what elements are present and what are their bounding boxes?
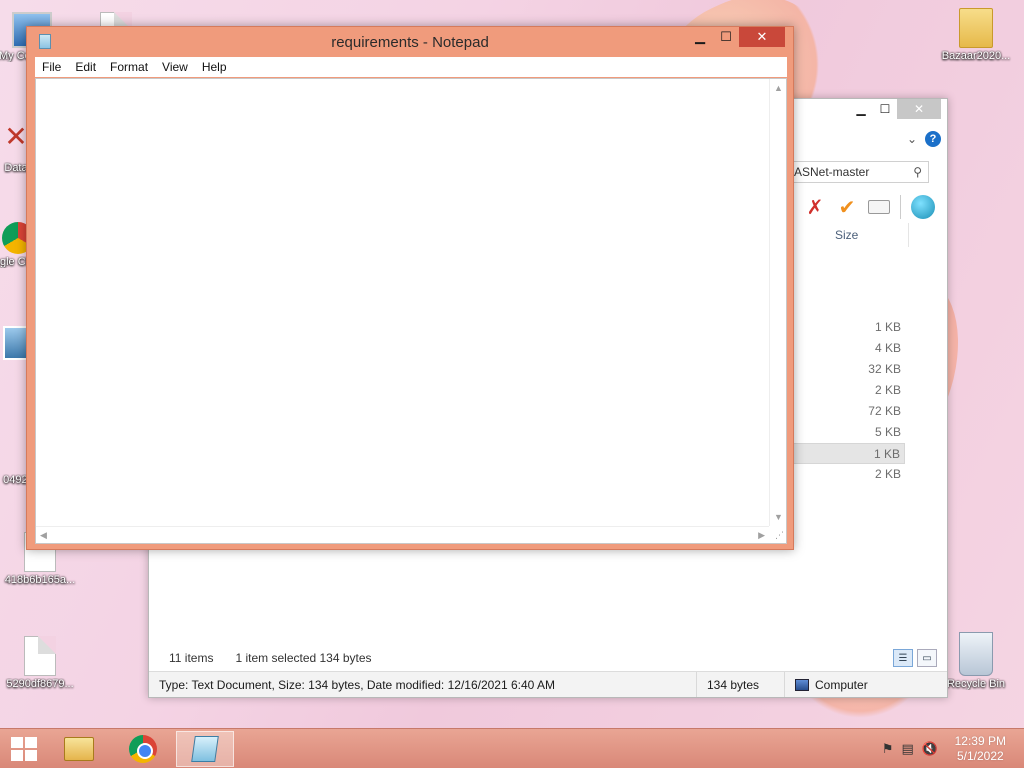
desktop-icon-bazaar2020[interactable]: Bazaar2020... <box>936 8 1016 62</box>
scroll-up-arrow-icon[interactable]: ▲ <box>774 83 783 93</box>
explorer-status-bar: 11 items 1 item selected 134 bytes <box>169 651 372 665</box>
chrome-icon <box>129 735 157 763</box>
scroll-left-arrow-icon[interactable]: ◀ <box>40 530 47 541</box>
toolbar-divider <box>900 195 901 219</box>
text-editor-area[interactable]: ▲ ▼ ◀ ▶ ⋰ <box>35 78 787 544</box>
system-tray: ⚑ ▤ 🔇 <box>882 741 938 757</box>
details-size: 134 bytes <box>697 672 785 697</box>
notepad-window[interactable]: requirements - Notepad ▁ ☐ ✕ File Edit F… <box>26 26 794 550</box>
editor-content[interactable] <box>36 79 786 83</box>
folder-icon <box>959 8 993 48</box>
scroll-right-arrow-icon[interactable]: ▶ <box>758 530 765 541</box>
explorer-toolbar: ✗ ✔ · · <box>804 195 935 219</box>
file-explorer-icon <box>64 737 94 761</box>
size-grip-icon[interactable]: ⋰ <box>775 530 784 541</box>
menu-format[interactable]: Format <box>103 57 155 77</box>
desktop-icon-label: 5290df8679... <box>6 678 74 690</box>
search-input-text: ASNet-master <box>794 165 870 179</box>
taskbar-file-explorer[interactable] <box>50 731 108 767</box>
delete-icon[interactable]: ✗ <box>804 196 826 219</box>
explorer-details-bar: Type: Text Document, Size: 134 bytes, Da… <box>149 671 947 697</box>
search-icon[interactable]: ⚲ <box>913 165 922 179</box>
rename-icon[interactable]: · <box>868 200 890 214</box>
menu-bar: File Edit Format View Help <box>35 57 787 77</box>
minimize-button[interactable]: ▁ <box>687 27 713 47</box>
explorer-minimize-button[interactable]: ▁ <box>849 99 873 119</box>
explorer-maximize-button[interactable]: ☐ <box>873 99 897 119</box>
windows-logo-icon <box>11 737 37 761</box>
system-clock[interactable]: 12:39 PM 5/1/2022 <box>955 734 1006 764</box>
explorer-close-button[interactable]: ✕ <box>897 99 941 119</box>
action-center-flag-icon[interactable]: ⚑ <box>882 741 894 757</box>
clock-time: 12:39 PM <box>954 734 1006 748</box>
menu-help[interactable]: Help <box>195 57 234 77</box>
document-icon <box>24 636 56 676</box>
details-location-label: Computer <box>815 677 868 692</box>
scroll-down-arrow-icon[interactable]: ▼ <box>774 512 783 522</box>
column-header-size[interactable]: Size <box>799 223 909 247</box>
menu-view[interactable]: View <box>155 57 195 77</box>
help-icon[interactable]: ? <box>925 131 941 147</box>
explorer-search-input[interactable]: ASNet-master ⚲ <box>789 161 929 183</box>
file-size-cell[interactable]: 4 KB <box>789 338 905 359</box>
file-size-cell[interactable]: 32 KB <box>789 359 905 380</box>
window-title: requirements - Notepad <box>331 34 489 51</box>
start-button[interactable] <box>6 735 42 763</box>
desktop-icon-label: Bazaar2020... <box>941 50 1011 62</box>
details-location: Computer <box>785 672 878 697</box>
selection-info: 1 item selected 134 bytes <box>235 651 372 665</box>
details-description: Type: Text Document, Size: 134 bytes, Da… <box>149 672 697 697</box>
menu-file[interactable]: File <box>35 57 68 77</box>
menu-edit[interactable]: Edit <box>68 57 103 77</box>
taskbar: ⚑ ▤ 🔇 12:39 PM 5/1/2022 <box>0 728 1024 768</box>
network-icon[interactable]: ▤ <box>902 741 914 757</box>
recycle-bin-icon <box>959 632 993 676</box>
vertical-scrollbar[interactable]: ▲ ▼ <box>769 79 786 526</box>
file-size-cell[interactable]: 2 KB <box>789 380 905 401</box>
desktop-icon-recycle-bin[interactable]: Recycle Bin <box>936 632 1016 690</box>
horizontal-scrollbar[interactable]: ◀ ▶ <box>36 526 769 543</box>
file-size-cell[interactable]: 72 KB <box>789 401 905 422</box>
notepad-titlebar[interactable]: requirements - Notepad ▁ ☐ ✕ <box>27 27 793 57</box>
desktop-icon-5290df8679[interactable]: 5290df8679... <box>0 636 80 690</box>
desktop-icon-label: Recycle Bin <box>946 678 1006 690</box>
clock-date: 5/1/2022 <box>956 749 1004 763</box>
check-icon[interactable]: ✔ <box>836 196 858 219</box>
file-size-cell[interactable]: 1 KB <box>789 443 905 464</box>
file-size-cell[interactable]: 2 KB <box>789 464 905 485</box>
taskbar-notepad[interactable] <box>176 731 234 767</box>
details-view-icon[interactable]: ☰ <box>893 649 913 667</box>
close-button[interactable]: ✕ <box>739 27 785 47</box>
ribbon-expand-icon[interactable]: ⌄ <box>907 132 917 146</box>
maximize-button[interactable]: ☐ <box>713 27 739 47</box>
notepad-icon <box>191 736 219 762</box>
file-size-cell[interactable]: 1 KB <box>789 317 905 338</box>
file-size-list: 1 KB 4 KB 32 KB 2 KB 72 KB 5 KB 1 KB 2 KB <box>789 317 905 485</box>
taskbar-chrome[interactable] <box>114 731 172 767</box>
volume-muted-icon[interactable]: 🔇 <box>922 741 938 757</box>
large-icons-view-icon[interactable]: ▭ <box>917 649 937 667</box>
file-size-cell[interactable]: 5 KB <box>789 422 905 443</box>
desktop-icon-label: 418b6b165a... <box>4 574 76 586</box>
shell-icon[interactable]: · <box>911 195 935 219</box>
item-count: 11 items <box>169 651 214 665</box>
computer-icon <box>795 678 809 691</box>
